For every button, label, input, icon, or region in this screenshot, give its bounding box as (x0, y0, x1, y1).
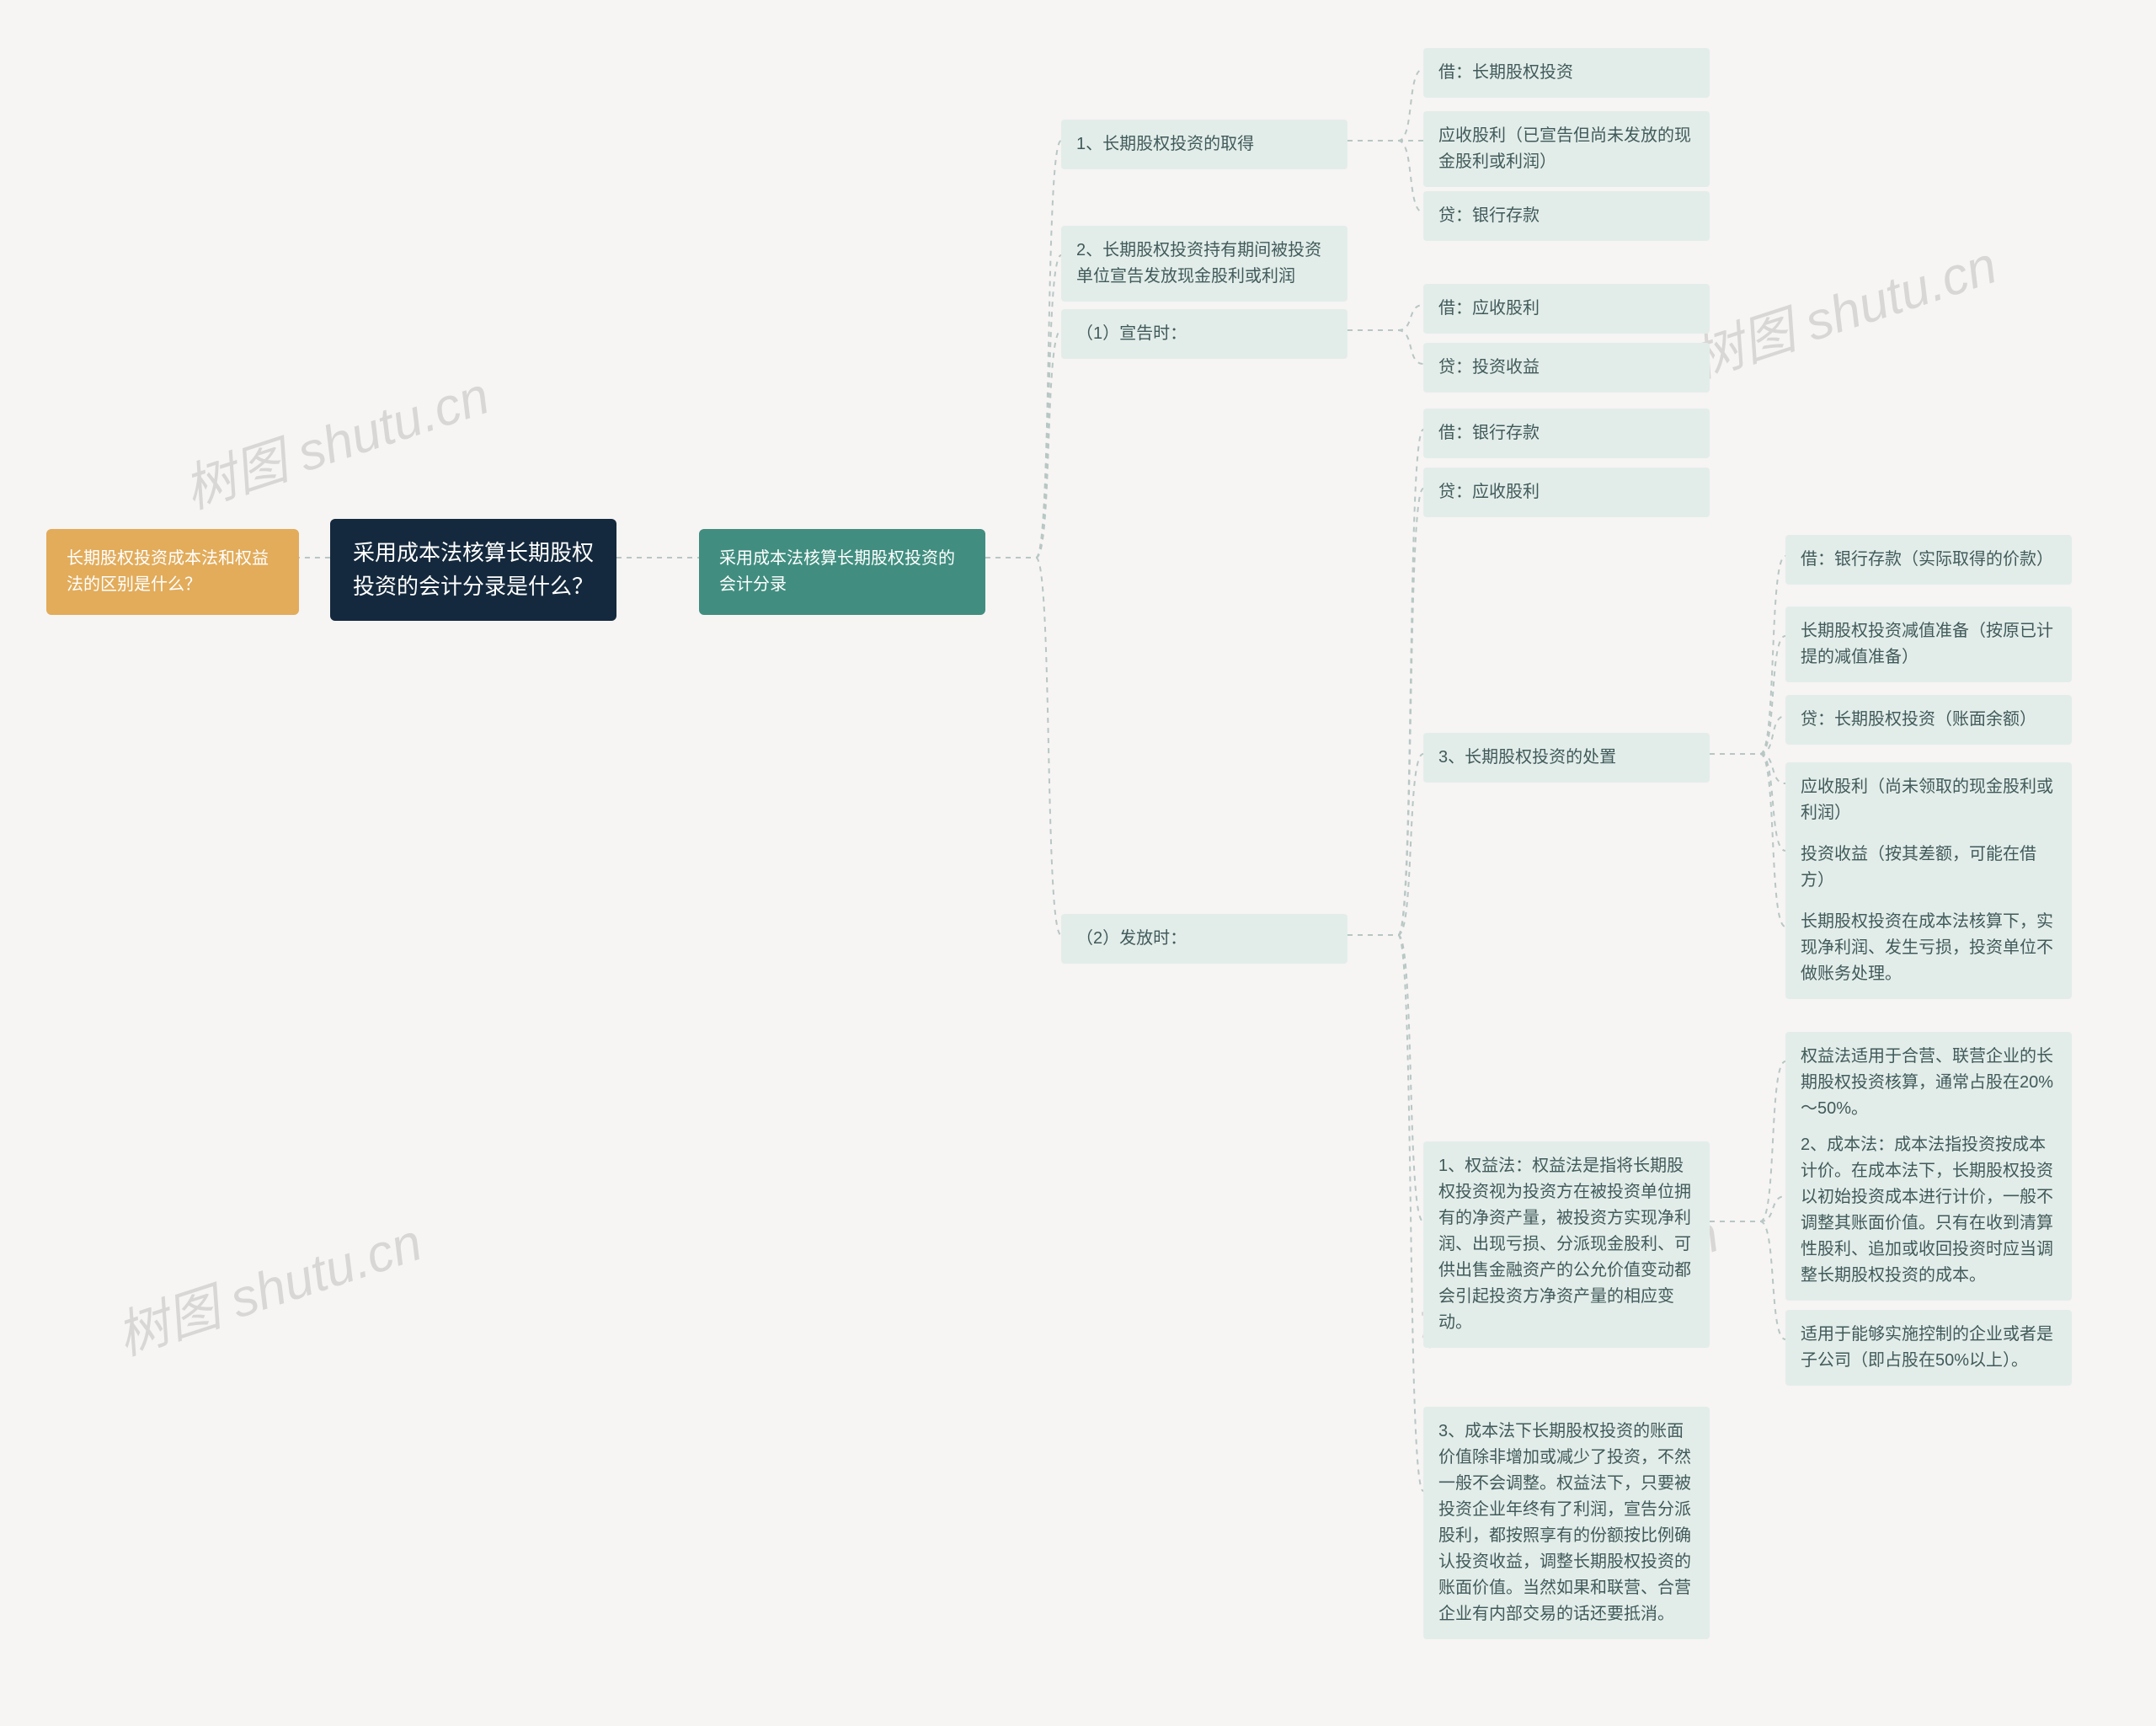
node-n4a[interactable]: 借：银行存款 (1423, 409, 1710, 458)
node-text: 贷：应收股利 (1438, 479, 1694, 505)
node-n4b[interactable]: 贷：应收股利 (1423, 468, 1710, 517)
node-n6b[interactable]: 2、成本法：成本法指投资按成本计价。在成本法下，长期股权投资以初始投资成本进行计… (1785, 1120, 2072, 1301)
node-right-title[interactable]: 采用成本法核算长期股权投资的会计分录 (699, 529, 985, 615)
watermark: 树图 shutu.cn (1680, 222, 2004, 393)
node-n5a[interactable]: 借：银行存款（实际取得的价款） (1785, 535, 2072, 585)
node-n7[interactable]: 3、成本法下长期股权投资的账面价值除非增加或减少了投资，不然一般不会调整。权益法… (1423, 1407, 1710, 1639)
node-text: 应收股利（已宣告但尚未发放的现金股利或利润） (1438, 123, 1694, 175)
node-n3[interactable]: （1）宣告时： (1061, 309, 1348, 359)
node-text: 1、长期股权投资的取得 (1076, 131, 1332, 158)
node-n3b[interactable]: 贷：投资收益 (1423, 343, 1710, 393)
node-n5b[interactable]: 长期股权投资减值准备（按原已计提的减值准备） (1785, 607, 2072, 682)
node-n6[interactable]: 1、权益法：权益法是指将长期股权投资视为投资方在被投资单位拥有的净资产量，被投资… (1423, 1141, 1710, 1348)
node-text: （2）发放时： (1076, 926, 1332, 952)
node-n4[interactable]: （2）发放时： (1061, 914, 1348, 964)
node-n6a[interactable]: 权益法适用于合营、联营企业的长期股权投资核算，通常占股在20%～50%。 (1785, 1032, 2072, 1134)
node-n5d[interactable]: 应收股利（尚未领取的现金股利或利润） (1785, 762, 2072, 838)
node-n5e[interactable]: 投资收益（按其差额，可能在借方） (1785, 830, 2072, 906)
node-n6c[interactable]: 适用于能够实施控制的企业或者是子公司（即占股在50%以上）。 (1785, 1310, 2072, 1386)
node-text: 3、长期股权投资的处置 (1438, 745, 1694, 771)
node-text: 贷：长期股权投资（账面余额） (1801, 707, 2057, 733)
node-text: 借：银行存款（实际取得的价款） (1801, 547, 2057, 573)
node-n1c[interactable]: 贷：银行存款 (1423, 191, 1710, 241)
node-text: 贷：投资收益 (1438, 355, 1694, 381)
node-text: 长期股权投资减值准备（按原已计提的减值准备） (1801, 618, 2057, 671)
node-n2[interactable]: 2、长期股权投资持有期间被投资单位宣告发放现金股利或利润 (1061, 226, 1348, 302)
node-n5c[interactable]: 贷：长期股权投资（账面余额） (1785, 695, 2072, 745)
node-text: 借：长期股权投资 (1438, 60, 1694, 86)
node-left-question[interactable]: 长期股权投资成本法和权益法的区别是什么？ (46, 529, 299, 615)
watermark: 树图 shutu.cn (105, 1200, 430, 1370)
node-text: 2、长期股权投资持有期间被投资单位宣告发放现金股利或利润 (1076, 238, 1332, 290)
node-text: 长期股权投资成本法和权益法的区别是什么？ (67, 546, 279, 598)
node-text: 投资收益（按其差额，可能在借方） (1801, 842, 2057, 894)
node-text: 权益法适用于合营、联营企业的长期股权投资核算，通常占股在20%～50%。 (1801, 1044, 2057, 1122)
node-text: 应收股利（尚未领取的现金股利或利润） (1801, 774, 2057, 826)
node-text: 1、权益法：权益法是指将长期股权投资视为投资方在被投资单位拥有的净资产量，被投资… (1438, 1153, 1694, 1336)
node-text: （1）宣告时： (1076, 321, 1332, 347)
node-n5f[interactable]: 长期股权投资在成本法核算下，实现净利润、发生亏损，投资单位不做账务处理。 (1785, 897, 2072, 999)
node-text: 3、成本法下长期股权投资的账面价值除非增加或减少了投资，不然一般不会调整。权益法… (1438, 1419, 1694, 1627)
node-text: 借：银行存款 (1438, 420, 1694, 446)
node-n3a[interactable]: 借：应收股利 (1423, 284, 1710, 334)
node-text: 适用于能够实施控制的企业或者是子公司（即占股在50%以上）。 (1801, 1322, 2057, 1374)
node-n1[interactable]: 1、长期股权投资的取得 (1061, 120, 1348, 169)
node-text: 采用成本法核算长期股权投资的会计分录 (719, 546, 965, 598)
node-n1b[interactable]: 应收股利（已宣告但尚未发放的现金股利或利润） (1423, 111, 1710, 187)
node-text: 借：应收股利 (1438, 296, 1694, 322)
node-text: 贷：银行存款 (1438, 203, 1694, 229)
node-n1a[interactable]: 借：长期股权投资 (1423, 48, 1710, 98)
watermark: 树图 shutu.cn (173, 353, 497, 523)
node-n5[interactable]: 3、长期股权投资的处置 (1423, 733, 1710, 783)
node-text: 2、成本法：成本法指投资按成本计价。在成本法下，长期股权投资以初始投资成本进行计… (1801, 1132, 2057, 1289)
node-text: 采用成本法核算长期股权投资的会计分录是什么？ (350, 536, 596, 604)
node-text: 长期股权投资在成本法核算下，实现净利润、发生亏损，投资单位不做账务处理。 (1801, 909, 2057, 987)
node-root[interactable]: 采用成本法核算长期股权投资的会计分录是什么？ (330, 519, 616, 621)
